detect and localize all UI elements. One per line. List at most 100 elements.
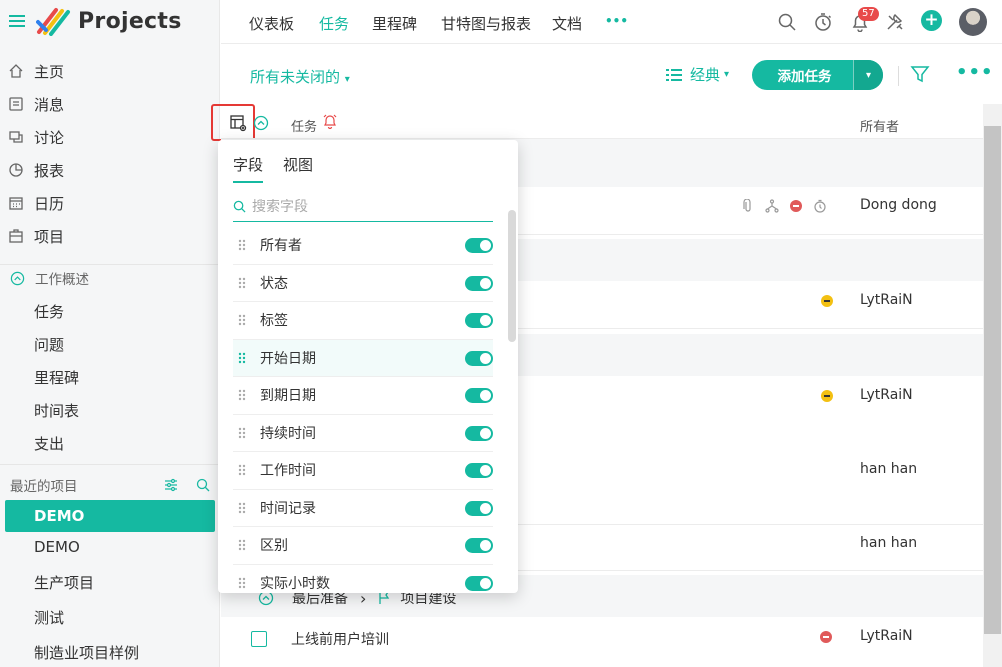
- drag-handle-icon[interactable]: [238, 427, 246, 439]
- field-visibility-toggle[interactable]: [465, 388, 493, 403]
- filter-settings-icon[interactable]: [164, 478, 178, 492]
- recent-project-demo[interactable]: DEMO: [34, 538, 80, 556]
- drag-handle-icon[interactable]: [238, 464, 246, 476]
- task-owner[interactable]: LytRaiN: [860, 387, 913, 403]
- projects-logo-icon: [36, 6, 72, 36]
- global-add-button[interactable]: +: [921, 10, 942, 31]
- drag-handle-icon[interactable]: [238, 352, 246, 364]
- sidebar-item-discussion[interactable]: 讨论: [8, 125, 64, 149]
- popover-scrollbar-thumb[interactable]: [508, 210, 516, 342]
- tab-more-button[interactable]: •••: [605, 14, 628, 28]
- field-row-time-log[interactable]: 时间记录: [233, 490, 493, 527]
- project-icon: [8, 228, 24, 244]
- sidebar-item-timesheet[interactable]: 时间表: [34, 400, 79, 421]
- field-row-due-date[interactable]: 到期日期: [233, 377, 493, 415]
- task-owner[interactable]: LytRaiN: [860, 628, 913, 644]
- field-visibility-toggle[interactable]: [465, 350, 493, 366]
- main-scrollbar[interactable]: [983, 104, 1002, 667]
- sidebar-item-tasks[interactable]: 任务: [34, 301, 64, 322]
- sidebar-item-label: 报表: [34, 161, 65, 180]
- drag-handle-icon[interactable]: [238, 239, 246, 251]
- app-title: Projects: [78, 8, 182, 34]
- filter-icon[interactable]: [910, 64, 930, 84]
- drag-handle-icon[interactable]: [238, 539, 246, 551]
- sidebar-item-expenses[interactable]: 支出: [34, 433, 64, 454]
- task-checkbox[interactable]: [251, 631, 267, 647]
- field-row-duration[interactable]: 持续时间: [233, 415, 493, 452]
- table-row[interactable]: 上线前用户培训: [251, 629, 389, 649]
- field-visibility-toggle[interactable]: [465, 575, 493, 591]
- recent-project-manufacturing-sample[interactable]: 制造业项目样例: [34, 642, 139, 663]
- field-row-start-date[interactable]: 开始日期: [233, 339, 493, 377]
- hamburger-menu-icon[interactable]: [8, 12, 26, 30]
- sidebar-item-issues[interactable]: 问题: [34, 334, 64, 355]
- field-visibility-toggle[interactable]: [465, 425, 493, 441]
- field-row-status[interactable]: 状态: [233, 265, 493, 302]
- task-owner[interactable]: han han: [860, 461, 917, 477]
- recent-projects-label: 最近的项目: [10, 479, 78, 495]
- task-filter-dropdown[interactable]: 所有未关闭的 ▾: [250, 66, 350, 87]
- add-task-dropdown-toggle[interactable]: ▾: [853, 60, 883, 90]
- field-visibility-toggle[interactable]: [465, 463, 493, 478]
- timer-icon[interactable]: [813, 12, 833, 32]
- reminder-alarm-icon[interactable]: [322, 113, 338, 129]
- tab-tasks[interactable]: 任务: [319, 13, 349, 34]
- sidebar-item-projects[interactable]: 项目: [8, 224, 64, 248]
- field-visibility-toggle[interactable]: [465, 500, 493, 516]
- column-header-task[interactable]: 任务: [291, 116, 317, 135]
- drag-handle-icon[interactable]: [238, 577, 246, 589]
- add-task-button[interactable]: 添加任务 ▾: [752, 60, 883, 90]
- sidebar-item-messages[interactable]: 消息: [8, 92, 64, 116]
- sidebar-item-label: 消息: [34, 95, 65, 114]
- field-row-difference[interactable]: 区别: [233, 527, 493, 565]
- attachment-icon[interactable]: [742, 199, 754, 213]
- scrollbar-thumb[interactable]: [984, 126, 1001, 634]
- column-settings-icon[interactable]: [229, 114, 247, 132]
- recent-project-demo-active[interactable]: DEMO: [5, 500, 215, 532]
- dependency-icon[interactable]: [765, 199, 779, 213]
- sidebar-item-milestones[interactable]: 里程碑: [34, 367, 79, 388]
- task-owner[interactable]: han han: [860, 535, 917, 551]
- column-settings-popover: 字段 视图 所有者 状态 标签 开始日期 到期日期: [218, 140, 518, 593]
- milestone-flag-icon: [378, 591, 390, 605]
- field-visibility-toggle[interactable]: [465, 238, 493, 253]
- search-icon[interactable]: [196, 478, 210, 492]
- sidebar-item-reports[interactable]: 报表: [8, 158, 64, 182]
- field-search: [233, 192, 493, 222]
- drag-handle-icon[interactable]: [238, 389, 246, 401]
- tab-milestones[interactable]: 里程碑: [372, 13, 417, 34]
- tools-icon[interactable]: [885, 12, 905, 32]
- field-visibility-toggle[interactable]: [465, 538, 493, 553]
- search-icon[interactable]: [777, 12, 797, 32]
- field-visibility-toggle[interactable]: [465, 313, 493, 328]
- field-search-input[interactable]: [252, 198, 482, 215]
- toolbar-more-button[interactable]: •••: [956, 64, 994, 82]
- field-visibility-toggle[interactable]: [465, 275, 493, 291]
- task-toolbar: 所有未关闭的 ▾ 经典 ▾ 添加任务 ▾ •••: [221, 44, 1002, 104]
- task-owner[interactable]: Dong dong: [860, 197, 937, 213]
- field-row-work-hours[interactable]: 工作时间: [233, 452, 493, 490]
- task-owner[interactable]: LytRaiN: [860, 292, 913, 308]
- user-avatar[interactable]: [959, 8, 987, 36]
- sidebar-item-calendar[interactable]: 日历: [8, 191, 64, 215]
- expand-all-icon[interactable]: [253, 115, 269, 131]
- task-name[interactable]: 上线前用户培训: [291, 629, 389, 649]
- tab-dashboard[interactable]: 仪表板: [249, 13, 294, 34]
- column-header-owner[interactable]: 所有者: [860, 116, 899, 135]
- field-row-tags[interactable]: 标签: [233, 302, 493, 340]
- tab-documents[interactable]: 文档: [552, 13, 582, 34]
- field-row-owner[interactable]: 所有者: [233, 227, 493, 265]
- tab-gantt-reports[interactable]: 甘特图与报表: [441, 13, 531, 34]
- field-row-actual-hours[interactable]: 实际小时数: [233, 565, 493, 594]
- view-mode-dropdown[interactable]: 经典 ▾: [666, 64, 729, 85]
- drag-handle-icon[interactable]: [238, 277, 246, 289]
- drag-handle-icon[interactable]: [238, 502, 246, 514]
- timer-icon[interactable]: [813, 199, 827, 213]
- recent-project-test[interactable]: 测试: [34, 607, 64, 628]
- work-overview-header[interactable]: 工作概述: [10, 268, 89, 288]
- tab-fields[interactable]: 字段: [233, 154, 264, 183]
- drag-handle-icon[interactable]: [238, 314, 246, 326]
- recent-project-production[interactable]: 生产项目: [34, 572, 94, 593]
- sidebar-item-home[interactable]: 主页: [8, 59, 64, 83]
- tab-views[interactable]: 视图: [283, 154, 313, 183]
